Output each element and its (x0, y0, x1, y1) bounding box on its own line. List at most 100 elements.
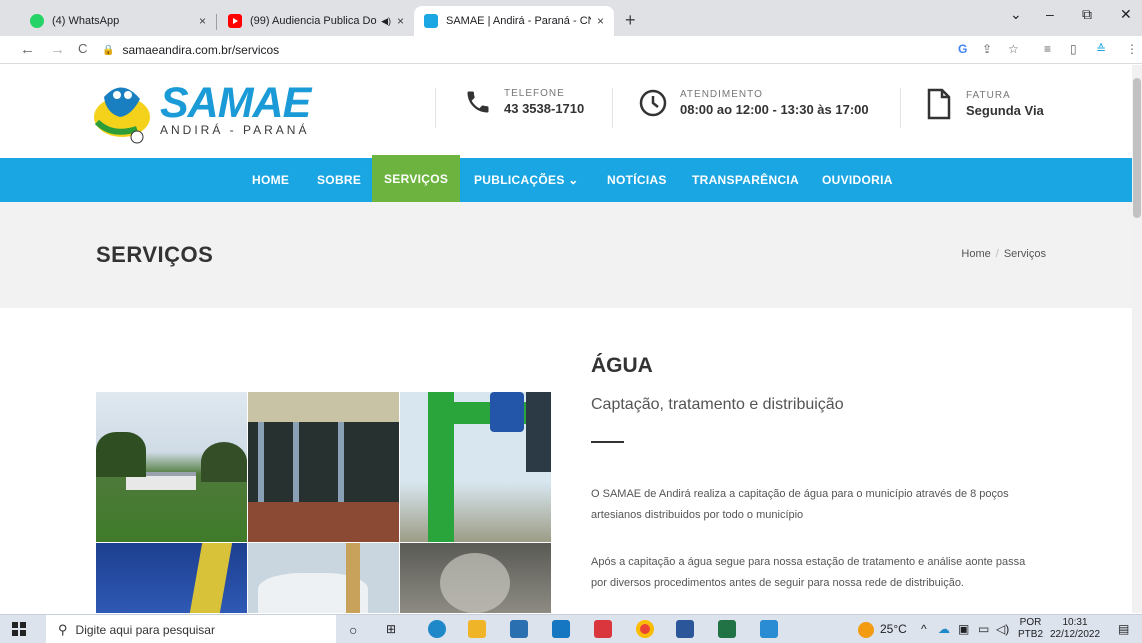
section-subheading: Captação, tratamento e distribuição (591, 396, 844, 413)
chrome-icon[interactable] (636, 620, 654, 638)
invoice-label: FATURA (966, 90, 1011, 101)
search-placeholder: Digite aqui para pesquisar (75, 622, 215, 637)
reading-list-icon[interactable]: ≡ (1044, 42, 1051, 56)
nav-item-ouvidoria[interactable]: OUVIDORIA (816, 158, 899, 202)
google-translate-icon[interactable]: G (958, 42, 967, 56)
photo-water-aeration[interactable] (400, 543, 551, 613)
clock-time: 10:31 (1062, 617, 1088, 628)
url-text: samaeandira.com.br/servicos (122, 43, 280, 57)
scrollbar-thumb[interactable] (1133, 78, 1141, 218)
breadcrumb-home-link[interactable]: Home (961, 248, 990, 260)
profile-icon[interactable]: ≙ (1096, 42, 1106, 56)
logo-wordmark: SAMAE (160, 79, 311, 127)
whatsapp-icon (30, 14, 44, 28)
keyboard-layout: PTB2 (1018, 629, 1044, 640)
photo-green-pipes[interactable] (400, 392, 551, 542)
system-clock[interactable]: 10:31 22/12/2022 (1050, 617, 1100, 641)
word-icon[interactable] (676, 620, 694, 638)
onedrive-icon[interactable]: ☁ (938, 622, 950, 636)
mail-icon[interactable] (552, 620, 570, 638)
nav-item-publicacoes[interactable]: PUBLICAÇÕES ⌄ (468, 158, 585, 202)
tab-divider (216, 14, 217, 30)
minimize-button[interactable]: – (1046, 6, 1054, 22)
nav-item-home[interactable]: HOME (246, 158, 295, 202)
close-tab-icon[interactable]: × (597, 14, 604, 28)
edge-icon[interactable] (428, 620, 446, 638)
tab-label: SAMAE | Andirá - Paraná - CNPJ: (446, 15, 591, 27)
windows-taskbar: ⚲ Digite aqui para pesquisar ○ ⊞ 25°C ^ … (0, 614, 1142, 643)
bookmark-star-icon[interactable]: ☆ (1008, 42, 1019, 56)
tab-whatsapp[interactable]: (4) WhatsApp × (20, 6, 216, 36)
phone-label: TELEFONE (504, 88, 565, 99)
youtube-icon (228, 14, 242, 28)
notifications-icon[interactable]: ▤ (1118, 622, 1129, 636)
back-button[interactable]: ← (20, 41, 35, 58)
close-tab-icon[interactable]: × (397, 14, 404, 28)
forward-button[interactable]: → (50, 41, 65, 58)
samae-favicon-icon (424, 14, 438, 28)
taskbar-search-input[interactable]: ⚲ Digite aqui para pesquisar (46, 615, 336, 643)
photo-treatment-tanks-night[interactable] (248, 392, 399, 542)
photo-white-reservoir[interactable] (248, 543, 399, 613)
phone-number[interactable]: 43 3538-1710 (504, 101, 584, 116)
photo-blue-tank[interactable] (96, 543, 247, 613)
task-view-icon[interactable]: ⊞ (386, 622, 396, 636)
header-divider (612, 88, 613, 128)
tab-samae[interactable]: SAMAE | Andirá - Paraná - CNPJ: × (414, 6, 614, 36)
nav-item-transparencia[interactable]: TRANSPARÊNCIA (686, 158, 805, 202)
share-icon[interactable]: ⇪ (982, 42, 992, 56)
phone-icon (467, 91, 489, 113)
tab-label: (99) Audiencia Publica Do Pl (250, 15, 378, 27)
language-indicator[interactable]: POR PTB2 (1018, 617, 1043, 641)
file-explorer-icon[interactable] (468, 620, 486, 638)
photos-icon[interactable] (760, 620, 778, 638)
lock-icon: 🔒 (102, 44, 115, 56)
nav-item-sobre[interactable]: SOBRE (311, 158, 367, 202)
windows-start-icon[interactable] (12, 622, 26, 636)
new-tab-button[interactable]: + (625, 10, 636, 31)
invoice-info[interactable]: FATURA Segunda Via (926, 88, 1044, 120)
cortana-icon[interactable]: ○ (349, 622, 357, 638)
weather-temperature[interactable]: 25°C (880, 622, 907, 636)
close-tab-icon[interactable]: × (199, 14, 206, 28)
side-panel-icon[interactable]: ▯ (1070, 42, 1077, 56)
url-bar[interactable]: 🔒 samaeandira.com.br/servicos (102, 39, 942, 61)
nav-item-servicos[interactable]: SERVIÇOS (372, 155, 461, 202)
office-icon[interactable] (594, 620, 612, 638)
network-icon[interactable]: ▣ (958, 622, 969, 636)
weather-sun-icon[interactable] (858, 622, 874, 638)
phone-info: TELEFONE 43 3538-1710 (464, 88, 584, 116)
breadcrumb-current: Serviços (1003, 248, 1046, 260)
invoice-link[interactable]: Segunda Via (966, 103, 1044, 118)
reload-button[interactable]: C (78, 41, 87, 56)
header-divider (900, 88, 901, 128)
volume-icon[interactable]: ◁) (996, 622, 1009, 636)
breadcrumb-separator: / (995, 248, 999, 260)
close-window-button[interactable]: ✕ (1120, 6, 1132, 23)
header-divider (435, 88, 436, 128)
battery-icon[interactable]: ▭ (978, 622, 989, 636)
hours-label: ATENDIMENTO (680, 89, 763, 100)
tab-youtube[interactable]: (99) Audiencia Publica Do Pl ◀) × (218, 6, 414, 36)
hours-info: ATENDIMENTO 08:00 ao 12:00 - 13:30 às 17… (638, 88, 869, 118)
tab-search-dropdown-icon[interactable]: ⌄ (1010, 6, 1022, 23)
breadcrumb: Home / Serviços (961, 248, 1046, 260)
heading-divider (591, 441, 624, 443)
paragraph-capture: O SAMAE de Andirá realiza a capitação de… (591, 488, 1009, 521)
menu-kebab-icon[interactable]: ⋮ (1126, 42, 1138, 56)
language-code: POR (1019, 617, 1042, 628)
tab-label: (4) WhatsApp (52, 15, 120, 27)
address-toolbar: ← → C 🔒 samaeandira.com.br/servicos G ⇪ … (0, 36, 1142, 64)
restore-button[interactable]: ⧉ (1082, 6, 1092, 23)
hours-value: 08:00 ao 12:00 - 13:30 às 17:00 (680, 102, 869, 117)
photo-water-facility-lawn[interactable] (96, 392, 247, 542)
logo-subtitle: ANDIRÁ - PARANÁ (160, 123, 310, 137)
clock-icon (639, 89, 667, 117)
paragraph-treatment: Após a capitação a água segue para nossa… (591, 556, 1026, 589)
excel-icon[interactable] (718, 620, 736, 638)
nav-item-noticias[interactable]: NOTÍCIAS (601, 158, 673, 202)
show-hidden-icons-chevron-icon[interactable]: ^ (921, 622, 927, 636)
document-icon (927, 88, 951, 120)
search-icon: ⚲ (58, 621, 68, 637)
store-icon[interactable] (510, 620, 528, 638)
